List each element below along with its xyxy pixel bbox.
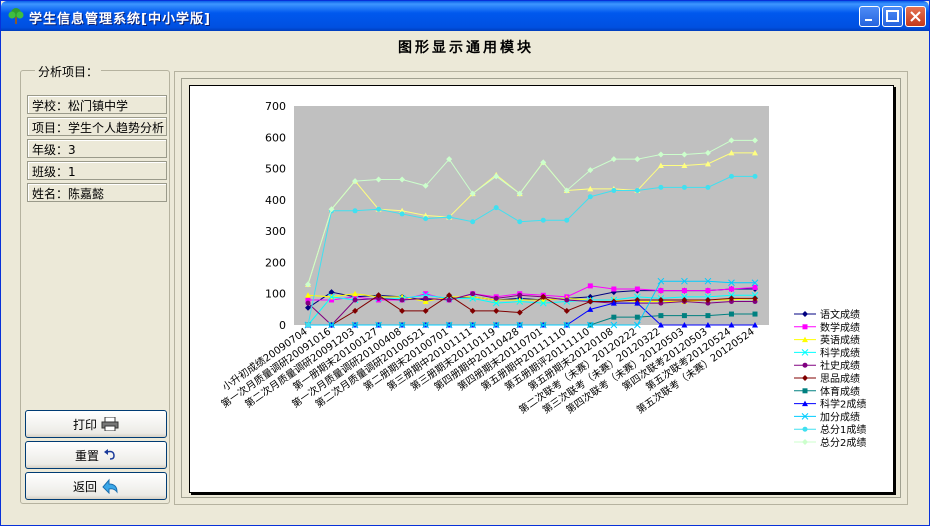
data-point — [681, 184, 687, 190]
data-point — [752, 284, 758, 290]
legend-label: 语文成绩 — [820, 308, 860, 321]
trend-chart: 0100200300400500600700小升初成绩20090704第一次月质… — [219, 100, 867, 449]
data-point — [446, 214, 452, 220]
reset-button[interactable]: 重置 — [25, 441, 167, 469]
data-point — [802, 439, 808, 445]
minimize-button[interactable] — [859, 6, 880, 27]
data-point — [376, 206, 382, 212]
window-title: 学生信息管理系统[中小学版] — [29, 12, 211, 27]
legend-label: 加分成绩 — [820, 410, 860, 423]
minimize-icon — [865, 19, 872, 21]
data-point — [611, 286, 617, 292]
maximize-button[interactable] — [882, 6, 903, 27]
legend-label: 英语成绩 — [820, 334, 860, 347]
data-point — [587, 194, 593, 200]
data-point — [802, 362, 808, 368]
info-project: 项目：学生个人趋势分析 — [27, 117, 167, 136]
data-point — [705, 313, 711, 319]
data-point — [399, 211, 405, 217]
legend-label: 科学2成绩 — [820, 398, 866, 411]
data-point — [705, 288, 711, 294]
data-point — [352, 297, 358, 303]
legend-label: 体育成绩 — [820, 385, 860, 398]
data-point — [587, 283, 593, 289]
data-point — [517, 219, 523, 225]
close-icon — [910, 11, 921, 22]
data-point — [493, 205, 499, 211]
y-tick-label: 700 — [265, 100, 286, 113]
title-bar[interactable]: 学生信息管理系统[中小学版] — [1, 1, 929, 31]
data-point — [540, 217, 546, 223]
data-point — [728, 173, 734, 179]
data-point — [728, 311, 734, 317]
data-point — [681, 313, 687, 319]
back-button[interactable]: 返回 — [25, 472, 167, 500]
analysis-group-label: 分析项目： — [35, 63, 102, 80]
data-point — [611, 314, 617, 320]
y-tick-label: 0 — [279, 319, 286, 332]
y-tick-label: 100 — [265, 288, 286, 301]
data-point — [752, 173, 758, 179]
chart-area: 0 100 200 300 400 500 600 700 小升初成绩20090704 第一次月质… — [189, 85, 894, 493]
close-button[interactable] — [905, 6, 926, 27]
maximize-icon — [886, 10, 899, 22]
back-arrow-icon — [102, 478, 118, 494]
data-point — [611, 187, 617, 193]
data-point — [399, 297, 405, 303]
y-tick-label: 300 — [265, 225, 286, 238]
data-point — [564, 297, 570, 303]
data-point — [423, 295, 429, 301]
data-point — [802, 426, 808, 432]
reset-button-label: 重置 — [74, 448, 99, 463]
plot-background — [294, 106, 769, 325]
y-tick-label: 400 — [265, 194, 286, 207]
data-point — [658, 313, 664, 319]
print-button[interactable]: 打印 — [25, 410, 167, 438]
data-point — [352, 208, 358, 214]
print-button-label: 打印 — [72, 417, 97, 432]
data-point — [470, 219, 476, 225]
data-point — [658, 184, 664, 190]
legend-label: 总分1成绩 — [820, 423, 866, 436]
data-point — [305, 322, 311, 328]
info-grade: 年级：3 — [27, 139, 167, 158]
data-point — [564, 217, 570, 223]
legend-label: 社史成绩 — [820, 359, 860, 372]
data-point — [634, 314, 640, 320]
data-point — [470, 291, 476, 297]
legend-label: 总分2成绩 — [820, 436, 866, 449]
tree-icon — [8, 8, 24, 24]
data-point — [728, 286, 734, 292]
y-tick-label: 500 — [265, 163, 286, 176]
data-point — [658, 288, 664, 294]
data-point — [802, 388, 808, 394]
data-point — [305, 300, 311, 306]
app-window: 学生信息管理系统[中小学版] 图形显示通用模块 分析项目： 学校：松门镇中学 项… — [0, 0, 930, 526]
data-point — [752, 311, 758, 317]
printer-icon — [101, 417, 119, 431]
legend-label: 数学成绩 — [820, 321, 860, 334]
data-point — [705, 184, 711, 190]
y-tick-label: 600 — [265, 131, 286, 144]
data-point — [802, 324, 808, 330]
legend-label: 科学成绩 — [820, 346, 860, 359]
module-title: 图形显示通用模块 — [398, 40, 534, 56]
legend-label: 思品成绩 — [820, 372, 860, 385]
data-point — [634, 187, 640, 193]
back-button-label: 返回 — [72, 479, 97, 494]
data-point — [423, 216, 429, 222]
data-point — [493, 295, 499, 301]
data-point — [802, 311, 808, 317]
data-point — [634, 286, 640, 292]
data-point — [681, 288, 687, 294]
info-school: 学校：松门镇中学 — [27, 95, 167, 114]
data-point — [517, 292, 523, 298]
info-name: 姓名：陈嘉懿 — [27, 183, 167, 202]
data-point — [802, 375, 808, 381]
y-tick-label: 200 — [265, 256, 286, 269]
info-class: 班级：1 — [27, 161, 167, 180]
undo-icon — [104, 449, 115, 460]
